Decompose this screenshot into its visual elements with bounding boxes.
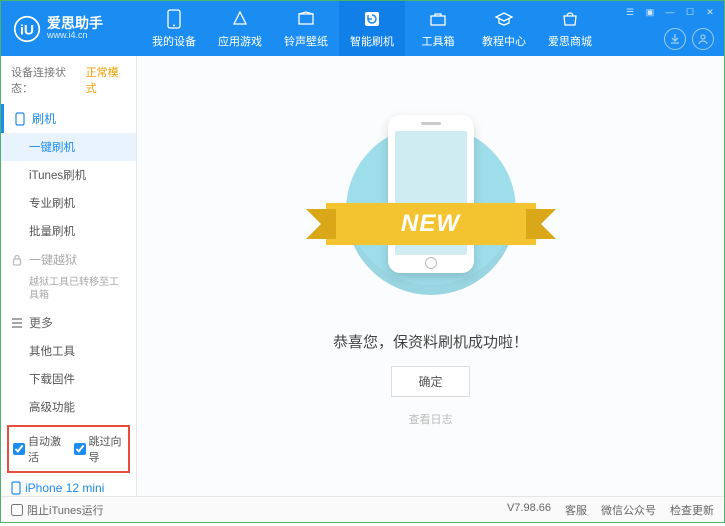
footer-service[interactable]: 客服 [565,502,587,518]
jailbreak-note: 越狱工具已转移至工具箱 [1,274,136,308]
ok-button[interactable]: 确定 [391,366,469,397]
sidebar: 设备连接状态： 正常模式 刷机 一键刷机 iTunes刷机 专业刷机 批量刷机 … [1,56,137,496]
list-icon [11,318,23,328]
nav-ringtones[interactable]: 铃声壁纸 [273,1,339,56]
footer-bar: 阻止iTunes运行 V7.98.66 客服 微信公众号 检查更新 [1,496,724,522]
footer-wechat[interactable]: 微信公众号 [601,502,656,518]
new-ribbon: NEW [326,203,536,245]
graduation-icon [494,9,514,29]
checkbox-block-itunes[interactable]: 阻止iTunes运行 [11,502,104,518]
phone-icon [164,9,184,29]
sidebar-item-other[interactable]: 其他工具 [1,337,136,365]
user-icon [697,33,709,45]
success-message: 恭喜您，保资料刷机成功啦！ [333,331,528,352]
sidebar-section-more[interactable]: 更多 [1,308,136,337]
minimize-icon[interactable]: — [662,5,678,19]
app-url: www.i4.cn [47,31,103,41]
wallpaper-icon [296,9,316,29]
nav-flash[interactable]: 智能刷机 [339,1,405,56]
sidebar-item-download[interactable]: 下载固件 [1,365,136,393]
apps-icon [230,9,250,29]
sidebar-section-flash[interactable]: 刷机 [1,104,136,133]
nav-store[interactable]: 爱思商城 [537,1,603,56]
app-logo: iU 爱思助手 www.i4.cn [1,15,141,43]
sidebar-section-jailbreak: 一键越狱 [1,245,136,274]
menu-icon[interactable]: ☰ [622,5,638,19]
user-button[interactable] [692,28,714,50]
download-button[interactable] [664,28,686,50]
main-content: NEW 恭喜您，保资料刷机成功啦！ 确定 查看日志 [137,56,724,496]
sidebar-item-onekey[interactable]: 一键刷机 [1,133,136,161]
checkbox-auto-activate[interactable]: 自动激活 [13,433,64,465]
sidebar-item-itunes[interactable]: iTunes刷机 [1,161,136,189]
device-phone-icon [11,481,21,495]
toolbox-icon [428,9,448,29]
nav-apps[interactable]: 应用游戏 [207,1,273,56]
success-illustration: NEW [356,105,506,305]
view-log-link[interactable]: 查看日志 [409,411,453,427]
skin-icon[interactable]: ▣ [642,5,658,19]
download-icon [669,33,681,45]
sidebar-item-pro[interactable]: 专业刷机 [1,189,136,217]
nav-toolbox[interactable]: 工具箱 [405,1,471,56]
highlighted-checkbox-row: 自动激活 跳过向导 [7,425,130,473]
logo-icon: iU [13,15,41,43]
store-icon [560,9,580,29]
footer-update[interactable]: 检查更新 [670,502,714,518]
sidebar-item-advanced[interactable]: 高级功能 [1,393,136,421]
app-title: 爱思助手 [47,16,103,31]
sidebar-item-batch[interactable]: 批量刷机 [1,217,136,245]
top-nav: 我的设备 应用游戏 铃声壁纸 智能刷机 工具箱 教程中心 爱思商城 [141,1,603,56]
lock-icon [11,254,23,266]
nav-tutorials[interactable]: 教程中心 [471,1,537,56]
nav-my-device[interactable]: 我的设备 [141,1,207,56]
connection-status: 设备连接状态： 正常模式 [1,56,136,104]
svg-text:iU: iU [20,21,34,37]
refresh-icon [362,9,382,29]
close-icon[interactable]: ✕ [702,5,718,19]
maximize-icon[interactable]: ☐ [682,5,698,19]
checkbox-skip-wizard[interactable]: 跳过向导 [74,433,125,465]
window-controls: ☰ ▣ — ☐ ✕ [622,5,718,19]
top-bar: iU 爱思助手 www.i4.cn 我的设备 应用游戏 铃声壁纸 智能刷机 工具… [1,1,724,56]
version-label: V7.98.66 [507,502,551,518]
phone-small-icon [14,112,26,126]
device-name: iPhone 12 mini [25,481,104,495]
